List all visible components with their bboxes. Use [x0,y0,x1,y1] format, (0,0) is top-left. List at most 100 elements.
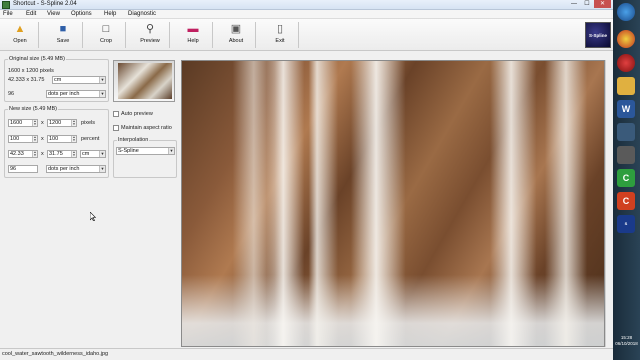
new-width-pct-input[interactable]: 100 ▲ ▼ [8,135,38,143]
status-filename: cool_water_sawtooth_wilderness_idaho.jpg [2,351,109,357]
image-preview[interactable] [181,60,605,347]
new-unit-select[interactable]: cm ▼ [80,150,106,158]
new-unit-value: cm [82,151,90,157]
new-height-px-value: 1200 [49,120,62,126]
toolbar-separator [212,22,213,48]
menu-options[interactable]: Options [71,11,92,17]
title-bar: Shortcut - S-Spline 2.04 — ☐ ✕ [0,0,613,10]
new-height-cm-input[interactable]: 31.75 ▲ ▼ [47,150,77,158]
open-button[interactable]: ▲ Open [5,21,35,49]
save-button[interactable]: ■ Save [48,21,78,49]
window-title: Shortcut - S-Spline 2.04 [13,1,77,7]
toolbar: ▲ Open ■ Save □ Crop ⚲ Preview ▬ Help ▣ … [0,19,613,51]
chevron-down-icon: ▼ [99,166,105,172]
percent-unit-label: percent [81,136,100,142]
interpolation-select[interactable]: S-Spline ▼ [116,147,175,155]
spin-updown-icon[interactable]: ▲ ▼ [32,120,37,126]
chevron-down-icon: ▼ [99,77,105,83]
toolbar-separator [82,22,83,48]
menu-help[interactable]: Help [104,11,116,17]
exit-door-icon: ▯ [276,23,284,35]
start-orb-icon[interactable] [617,3,635,21]
new-height-pct-value: 100 [49,136,59,142]
exit-button[interactable]: ▯ Exit [265,21,295,49]
menu-diagnostic[interactable]: Diagnostic [128,11,156,17]
minimize-button[interactable]: — [568,0,580,8]
original-resolution-unit-select[interactable]: dots per inch ▼ [46,90,106,98]
interpolation-value: S-Spline [118,148,139,154]
close-button[interactable]: ✕ [594,0,611,8]
new-height-px-input[interactable]: 1200 ▲ ▼ [47,119,77,127]
original-size-legend: Original size (5.49 MB) [9,56,65,62]
taskbar: W C C S 15:28 06/10/2018 [613,0,640,360]
word-icon[interactable]: W [617,100,635,118]
about-info-icon: ▣ [230,23,242,35]
original-pixels: 1600 x 1200 pixels [8,68,54,74]
new-width-cm-input[interactable]: 42.33 ▲ ▼ [8,150,38,158]
toolbar-separator [38,22,39,48]
sspline-task-icon[interactable]: S [617,215,635,233]
floppy-disk-icon: ■ [59,23,67,35]
auto-preview-checkbox[interactable] [113,111,119,117]
about-button[interactable]: ▣ About [221,21,251,49]
maximize-button[interactable]: ☐ [581,0,593,8]
original-resolution: 96 [8,91,15,97]
new-resolution-value: 96 [10,166,17,172]
auto-preview-label: Auto preview [121,111,153,117]
original-unit-value: cm [54,77,62,83]
help-button[interactable]: ▬ Help [178,21,208,49]
spin-updown-icon[interactable]: ▲ ▼ [32,151,37,157]
browser-icon[interactable] [617,54,635,72]
clock-date: 06/10/2018 [615,341,638,346]
sspline-logo: S-Spline [585,22,611,48]
new-height-pct-input[interactable]: 100 ▲ ▼ [47,135,77,143]
image-thumbnail[interactable] [113,60,175,102]
chevron-down-icon: ▼ [99,91,105,97]
toolbar-separator [169,22,170,48]
app-shortcut-icon[interactable] [617,123,635,141]
new-resolution-input[interactable]: 96 [8,165,38,173]
green-app-icon[interactable]: C [617,169,635,187]
menu-file[interactable]: File [3,11,13,17]
folder-icon[interactable] [617,77,635,95]
chrome-icon[interactable] [617,30,635,48]
spin-updown-icon[interactable]: ▲ ▼ [32,136,37,142]
spin-updown-icon[interactable]: ▲ ▼ [71,151,76,157]
original-resolution-unit-value: dots per inch [48,91,80,97]
spin-updown-icon[interactable]: ▲ ▼ [71,136,76,142]
spin-updown-icon[interactable]: ▲ ▼ [71,120,76,126]
menu-edit[interactable]: Edit [26,11,36,17]
app-window: Shortcut - S-Spline 2.04 — ☐ ✕ File Edit… [0,0,613,360]
preview-label: Preview [140,38,160,44]
times-label: x [41,136,44,142]
preview-scrollbar[interactable] [605,60,613,347]
preview-button[interactable]: ⚲ Preview [135,21,165,49]
menu-view[interactable]: View [47,11,60,17]
times-label: x [41,151,44,157]
app-icon [2,1,10,9]
interpolation-legend: Interpolation [118,137,149,143]
open-label: Open [13,38,27,44]
status-bar: cool_water_sawtooth_wilderness_idaho.jpg [0,348,613,360]
webcam-icon[interactable] [617,146,635,164]
new-resolution-unit-value: dots per inch [48,166,80,172]
exit-label: Exit [275,38,285,44]
original-unit-select[interactable]: cm ▼ [52,76,106,84]
help-label: Help [187,38,199,44]
new-width-px-input[interactable]: 1600 ▲ ▼ [8,119,38,127]
thumbnail-image [118,63,172,99]
times-label: x [41,120,44,126]
menu-bar: File Edit View Options Help Diagnostic [0,10,613,19]
crop-icon: □ [102,23,110,35]
save-label: Save [56,38,70,44]
crop-button[interactable]: □ Crop [91,21,121,49]
new-resolution-unit-select[interactable]: dots per inch ▼ [46,165,106,173]
red-app-icon[interactable]: C [617,192,635,210]
maintain-aspect-label: Maintain aspect ratio [121,125,172,131]
maintain-aspect-checkbox[interactable] [113,125,119,131]
magnifier-icon: ⚲ [145,23,155,35]
pixels-unit-label: pixels [81,120,96,126]
help-lips-icon: ▬ [187,23,199,35]
system-clock[interactable]: 15:28 06/10/2018 [613,335,640,347]
mouse-cursor-icon [90,212,96,221]
